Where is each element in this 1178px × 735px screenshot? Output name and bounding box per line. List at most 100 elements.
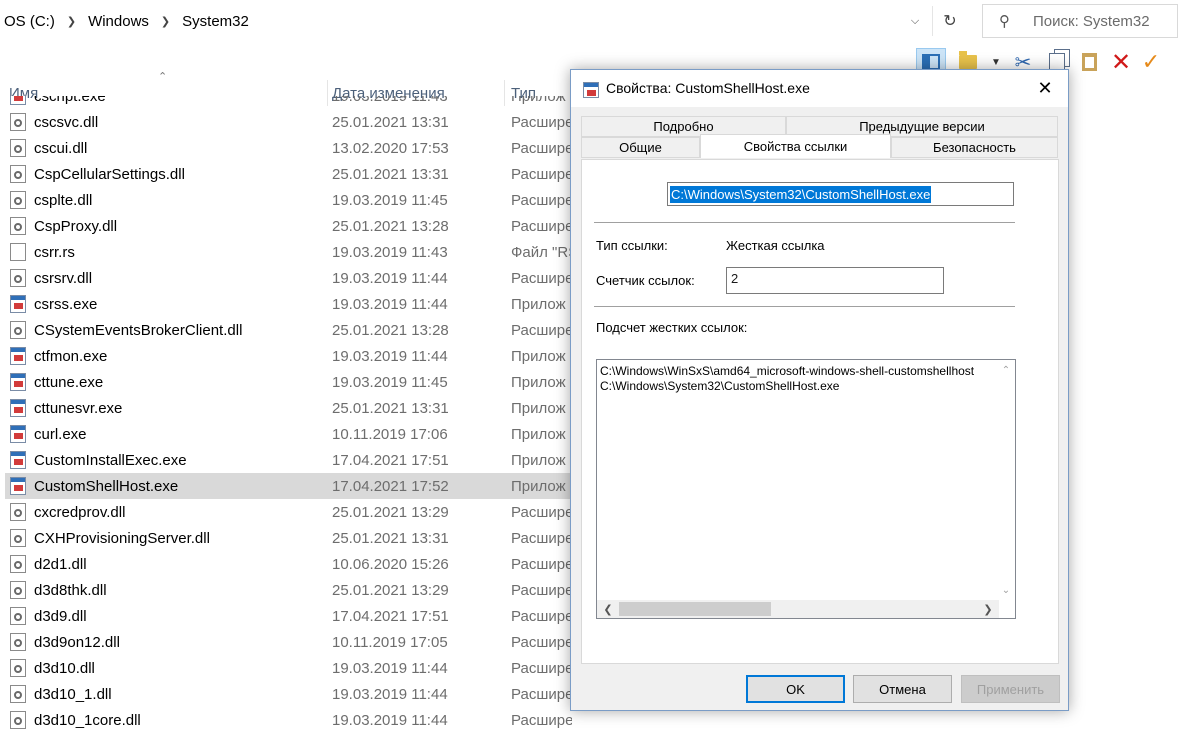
chevron-right-icon[interactable]: ❯ [59,15,84,28]
file-name[interactable]: CustomShellHost.exe [34,478,178,495]
file-type: Прилож [511,347,566,365]
tab-security[interactable]: Безопасность [891,137,1058,158]
link-count-field[interactable]: 2 [726,267,944,294]
tab-general[interactable]: Общие [581,137,700,158]
file-name[interactable]: CXHProvisioningServer.dll [34,530,210,547]
file-row[interactable]: csrr.rs 19.03.2019 11:43 Файл "RS [5,239,572,265]
file-name[interactable]: CustomInstallExec.exe [34,452,187,469]
search-box[interactable]: ⚲ [982,4,1178,38]
file-row[interactable]: curl.exe 10.11.2019 17:06 Прилож [5,421,572,447]
scroll-up-icon[interactable]: ⌃ [997,362,1015,378]
refresh-icon[interactable]: ↻ [932,6,967,36]
scroll-down-icon[interactable]: ⌄ [997,582,1015,598]
breadcrumb-windows[interactable]: Windows [84,13,153,30]
search-input[interactable] [1031,11,1175,31]
file-name[interactable]: csplte.dll [34,192,92,209]
file-name[interactable]: d3d10_1.dll [34,686,112,703]
file-name[interactable]: cscsvc.dll [34,114,98,131]
file-row[interactable]: d3d9.dll 17.04.2021 17:51 Расшире [5,603,572,629]
file-name[interactable]: d3d10_1core.dll [34,712,141,729]
file-row[interactable]: ctfmon.exe 19.03.2019 11:44 Прилож [5,343,572,369]
path-field[interactable]: C:\Windows\System32\CustomShellHost.exe [667,182,1014,206]
file-date: 19.03.2019 11:44 [332,269,448,287]
file-name[interactable]: d3d8thk.dll [34,582,107,599]
scroll-right-icon[interactable]: ❯ [979,600,997,618]
file-row[interactable]: d3d10_1.dll 19.03.2019 11:44 Расширение пр… [5,681,572,707]
file-row[interactable]: cscript.exe 19.03.2019 11:43 Прилож [5,96,572,109]
exe-icon [10,451,26,469]
file-date: 19.03.2019 11:43 [332,96,448,105]
file-row[interactable]: d2d1.dll 10.06.2020 15:26 Расшире [5,551,572,577]
breadcrumb-drive[interactable]: OS (C:) [0,13,59,30]
dialog-titlebar[interactable]: Свойства: CustomShellHost.exe ✕ [571,70,1068,107]
file-row[interactable]: csrsrv.dll 19.03.2019 11:44 Расшире [5,265,572,291]
file-row[interactable]: CustomInstallExec.exe 17.04.2021 17:51 При… [5,447,572,473]
exe-icon [10,425,26,443]
file-name[interactable]: csrsrv.dll [34,270,92,287]
file-row[interactable]: d3d10.dll 19.03.2019 11:44 Расшире [5,655,572,681]
address-dropdown-icon[interactable]: ⌵ [900,0,930,42]
file-name[interactable]: d3d10.dll [34,660,95,677]
file-row[interactable]: d3d9on12.dll 10.11.2019 17:05 Расшире [5,629,572,655]
file-row[interactable]: cscui.dll 13.02.2020 17:53 Расшире [5,135,572,161]
file-name[interactable]: CspCellularSettings.dll [34,166,185,183]
file-name[interactable]: CSystemEventsBrokerClient.dll [34,322,242,339]
dll-icon [10,685,26,703]
file-name[interactable]: curl.exe [34,426,87,443]
file-row[interactable]: CspProxy.dll 25.01.2021 13:28 Расшире [5,213,572,239]
file-date: 19.03.2019 11:44 [332,685,448,703]
app-icon [583,82,599,98]
file-name[interactable]: ctfmon.exe [34,348,107,365]
scrollbar-thumb[interactable] [619,602,771,616]
vertical-scrollbar[interactable]: ⌃ ⌄ [997,360,1015,600]
divider [594,306,1015,307]
file-date: 25.01.2021 13:31 [332,529,449,547]
file-name[interactable]: cscui.dll [34,140,87,157]
hardlink-item[interactable]: C:\Windows\System32\CustomShellHost.exe [600,379,839,393]
breadcrumb-system32[interactable]: System32 [178,13,253,30]
file-name[interactable]: cscript.exe [34,96,106,105]
hardlinks-listbox[interactable]: C:\Windows\WinSxS\amd64_microsoft-window… [596,359,1016,619]
file-list[interactable]: cscript.exe 19.03.2019 11:43 Прилож cscsvc.… [0,96,572,735]
scroll-left-icon[interactable]: ❮ [599,600,617,618]
file-name[interactable]: d2d1.dll [34,556,87,573]
tab-link-properties[interactable]: Свойства ссылки [700,134,891,158]
file-row[interactable]: cscsvc.dll 25.01.2021 13:31 Расшире [5,109,572,135]
dll-icon [10,503,26,521]
file-type: Расшире [511,503,572,521]
file-row[interactable]: CSystemEventsBrokerClient.dll 25.01.2021 … [5,317,572,343]
file-name[interactable]: cttune.exe [34,374,103,391]
chevron-right-icon[interactable]: ❯ [153,15,178,28]
file-name[interactable]: d3d9on12.dll [34,634,120,651]
file-row[interactable]: CXHProvisioningServer.dll 25.01.2021 13:3… [5,525,572,551]
file-name[interactable]: CspProxy.dll [34,218,117,235]
tab-panel-link-properties: C:\Windows\System32\CustomShellHost.exe … [581,159,1059,664]
file-name[interactable]: d3d9.dll [34,608,87,625]
ok-button[interactable]: OK [746,675,845,703]
file-row[interactable]: cttunesvr.exe 25.01.2021 13:31 Прилож [5,395,572,421]
hardlinks-label: Подсчет жестких ссылок: [596,320,748,335]
file-row[interactable]: d3d8thk.dll 25.01.2021 13:29 Расшире [5,577,572,603]
file-name[interactable]: csrr.rs [34,244,75,261]
file-row[interactable]: d3d10_1core.dll 19.03.2019 11:44 Расширени… [5,707,572,733]
file-name[interactable]: csrss.exe [34,296,97,313]
file-type: Расшире [511,269,572,287]
address-bar[interactable]: OS (C:) ❯ Windows ❯ System32 [0,0,964,42]
file-row[interactable]: csrss.exe 19.03.2019 11:44 Прилож [5,291,572,317]
close-icon[interactable]: ✕ [1022,70,1068,107]
file-row[interactable]: cttune.exe 19.03.2019 11:45 Прилож [5,369,572,395]
checkmark-icon[interactable]: ✓ [1138,48,1164,76]
apply-button[interactable]: Применить [961,675,1060,703]
file-type: Расшире [511,659,572,677]
file-name[interactable]: cttunesvr.exe [34,400,122,417]
file-row[interactable]: cxcredprov.dll 25.01.2021 13:29 Расшире [5,499,572,525]
file-name[interactable]: cxcredprov.dll [34,504,125,521]
delete-icon[interactable]: ✕ [1108,48,1134,76]
horizontal-scrollbar[interactable]: ❮ ❯ [597,600,999,618]
hardlink-item[interactable]: C:\Windows\WinSxS\amd64_microsoft-window… [600,364,974,378]
file-row[interactable]: CspCellularSettings.dll 25.01.2021 13:31 Р… [5,161,572,187]
file-row[interactable]: csplte.dll 19.03.2019 11:45 Расшире [5,187,572,213]
cancel-button[interactable]: Отмена [853,675,952,703]
file-row[interactable]: CustomShellHost.exe 17.04.2021 17:52 Прило… [5,473,572,499]
paste-icon[interactable] [1076,48,1102,76]
